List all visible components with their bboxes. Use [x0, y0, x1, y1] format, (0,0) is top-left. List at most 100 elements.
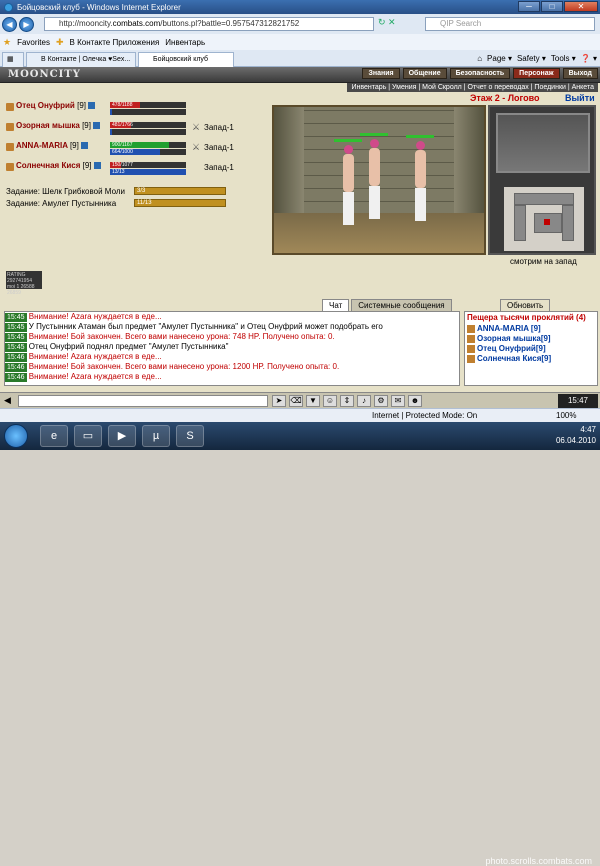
sound-icon[interactable]: ♪ — [357, 395, 371, 407]
ie-status-bar: Internet | Protected Mode: On 100% — [0, 408, 600, 422]
task-progress: 3/3 — [134, 187, 226, 195]
view-direction-caption: смотрим на запад — [510, 257, 577, 266]
tab-combats[interactable]: Бойцовский клуб — [138, 52, 234, 67]
favorites-button[interactable]: Favorites — [17, 38, 50, 47]
player-name[interactable]: Солнечная Кися [9] — [16, 161, 101, 170]
player-marker-icon — [544, 219, 550, 225]
menu-character[interactable]: Персонаж — [513, 68, 560, 79]
minimize-button[interactable]: ─ — [518, 1, 540, 12]
player-name[interactable]: Озорная мышка [9] — [16, 121, 101, 130]
exit-link[interactable]: Выйти — [565, 93, 595, 103]
system-tray: 4:47 06.04.2010 — [556, 424, 596, 446]
dungeon-view[interactable] — [272, 105, 486, 255]
zone-status[interactable]: Internet | Protected Mode: On — [372, 409, 477, 422]
monster-figure[interactable] — [360, 133, 388, 219]
game-header: MOONCITY Знания Общение Безопасность Пер… — [0, 67, 600, 83]
tray-date: 06.04.2010 — [555, 436, 596, 445]
forward-button[interactable]: ▶ — [19, 16, 34, 32]
hp-bar: 478/1188 — [110, 102, 186, 108]
media-taskbar-icon[interactable]: ▶ — [108, 425, 136, 447]
scroll-icon[interactable]: ⇕ — [340, 395, 354, 407]
game-bottom-toolbar: ◀ ➤ ⌫ ▼ ☺ ⇕ ♪ ⚙ ✉ ☻ 15:47 — [0, 392, 600, 408]
smiles-icon[interactable]: ☺ — [323, 395, 337, 407]
safety-menu[interactable]: Safety ▾ — [517, 52, 546, 65]
attack-icon[interactable]: ⚔ — [192, 122, 200, 133]
floor — [274, 213, 484, 253]
settings-icon[interactable]: ⚙ — [374, 395, 388, 407]
player-row[interactable]: Озорная мышка [9] 481/1766 ⚔ Запад-1 — [6, 121, 276, 135]
menu-communication[interactable]: Общение — [402, 68, 447, 79]
mp-bar — [110, 129, 186, 135]
home-icon[interactable]: ⌂ — [477, 52, 482, 65]
chat-line: 15:45 У Пустынник Атаман был предмет "Ам… — [5, 322, 383, 332]
favorites-star-icon[interactable]: ★ — [3, 37, 11, 48]
chat-mode-icon[interactable]: ◀ — [4, 395, 11, 406]
tab-vkontakte[interactable]: В Контакте | Олечка ♥Sex... — [26, 52, 136, 67]
rating-counter[interactable]: RATING 292741954 moi 1 26588 26859 — [6, 271, 42, 296]
chat-line: 15:46 Внимание! Бой закончен. Всего вами… — [5, 362, 340, 372]
player-icon — [6, 103, 14, 111]
refresh-stop-buttons[interactable]: ↻ ✕ — [378, 17, 422, 31]
chat-line: 15:46 Внимание! Azara нуждается в еде... — [5, 372, 162, 382]
cave-title: Пещера тысячи проклятий (4) — [467, 313, 586, 322]
watermark-text: photo.scrolls.combats.com — [485, 856, 592, 866]
info-icon — [93, 122, 101, 130]
player-row[interactable]: ANNA-MARIA [9] 900/1167 664/1000 ⚔ Запад… — [6, 141, 276, 155]
chat-tools: ➤ ⌫ ▼ ☺ ⇕ ♪ ⚙ ✉ ☻ — [272, 395, 422, 407]
tray-time[interactable]: 4:47 — [556, 424, 596, 435]
utorrent-taskbar-icon[interactable]: µ — [142, 425, 170, 447]
mp-bar: 13/13 — [110, 169, 186, 175]
monster-figure[interactable] — [406, 135, 434, 221]
folder-taskbar-icon[interactable]: ▭ — [74, 425, 102, 447]
friends-icon[interactable]: ☻ — [408, 395, 422, 407]
player-name[interactable]: ANNA-MARIA [9] — [16, 141, 89, 150]
game-submenu[interactable]: Инвентарь | Умения | Мой Скролл | Отчет … — [347, 83, 598, 92]
member-item[interactable]: Озорная мышка[9] — [465, 334, 597, 344]
corridor-preview — [496, 113, 590, 173]
member-item[interactable]: Отец Онуфрий[9] — [465, 344, 597, 354]
player-row[interactable]: Отец Онуфрий [9] 478/1188 — [6, 101, 276, 115]
mail-icon[interactable]: ✉ — [391, 395, 405, 407]
fav-link-vkontakte[interactable]: В Контакте Приложения — [70, 38, 160, 47]
page-menu[interactable]: Page ▾ — [487, 52, 512, 65]
menu-knowledge[interactable]: Знания — [362, 68, 400, 79]
fav-link-inventory[interactable]: Инвентарь — [165, 38, 205, 47]
menu-exit[interactable]: Выход — [562, 68, 598, 79]
start-button[interactable] — [4, 424, 28, 448]
member-item[interactable]: Солнечная Кися[9] — [465, 354, 597, 364]
task-row: Задание: Шелк Грибковой Моли — [6, 187, 125, 196]
clear-icon[interactable]: ⌫ — [289, 395, 303, 407]
attack-icon[interactable]: ⚔ — [192, 142, 200, 153]
dungeon-map[interactable] — [504, 187, 584, 251]
mp-bar — [110, 109, 186, 115]
chat-line: 15:45 Внимание! Azara нуждается в еде... — [5, 312, 162, 322]
favorites-bar: ★ Favorites ✚ В Контакте Приложения Инве… — [0, 34, 600, 50]
filter-icon[interactable]: ▼ — [306, 395, 320, 407]
menu-security[interactable]: Безопасность — [449, 68, 511, 79]
add-favorite-icon[interactable]: ✚ — [56, 37, 64, 48]
maximize-button[interactable]: □ — [541, 1, 563, 12]
address-bar[interactable]: http://mooncity.combats.com/buttons.pl?b… — [44, 17, 374, 31]
help-menu[interactable]: ❓ ▾ — [581, 52, 597, 65]
player-row[interactable]: Солнечная Кися [9] 150/1077 13/13 Запад-… — [6, 161, 276, 175]
chat-input[interactable] — [18, 395, 268, 407]
member-item[interactable]: ANNA-MARIA [9] — [465, 324, 597, 334]
window-controls: ─ □ ✕ — [518, 1, 598, 12]
skype-taskbar-icon[interactable]: S — [176, 425, 204, 447]
ie-logo-icon — [4, 2, 13, 12]
ie-taskbar-icon[interactable]: e — [40, 425, 68, 447]
tools-menu[interactable]: Tools ▾ — [551, 52, 576, 65]
game-main-menu: Знания Общение Безопасность Персонаж Вых… — [362, 68, 598, 79]
close-button[interactable]: ✕ — [564, 1, 598, 12]
hp-bar: 900/1167 — [110, 142, 186, 148]
window-titlebar: Бойцовский клуб - Windows Internet Explo… — [0, 0, 600, 14]
send-icon[interactable]: ➤ — [272, 395, 286, 407]
player-name[interactable]: Отец Онуфрий [9] — [16, 101, 96, 110]
info-icon — [88, 102, 96, 110]
back-button[interactable]: ◀ — [2, 16, 17, 32]
quick-tabs-button[interactable]: ▦ — [2, 52, 24, 67]
search-input[interactable]: QIP Search — [425, 17, 595, 31]
zoom-level[interactable]: 100% — [556, 409, 576, 422]
chat-log[interactable]: 15:45 Внимание! Azara нуждается в еде...… — [4, 311, 460, 386]
monster-figure[interactable] — [334, 139, 362, 225]
